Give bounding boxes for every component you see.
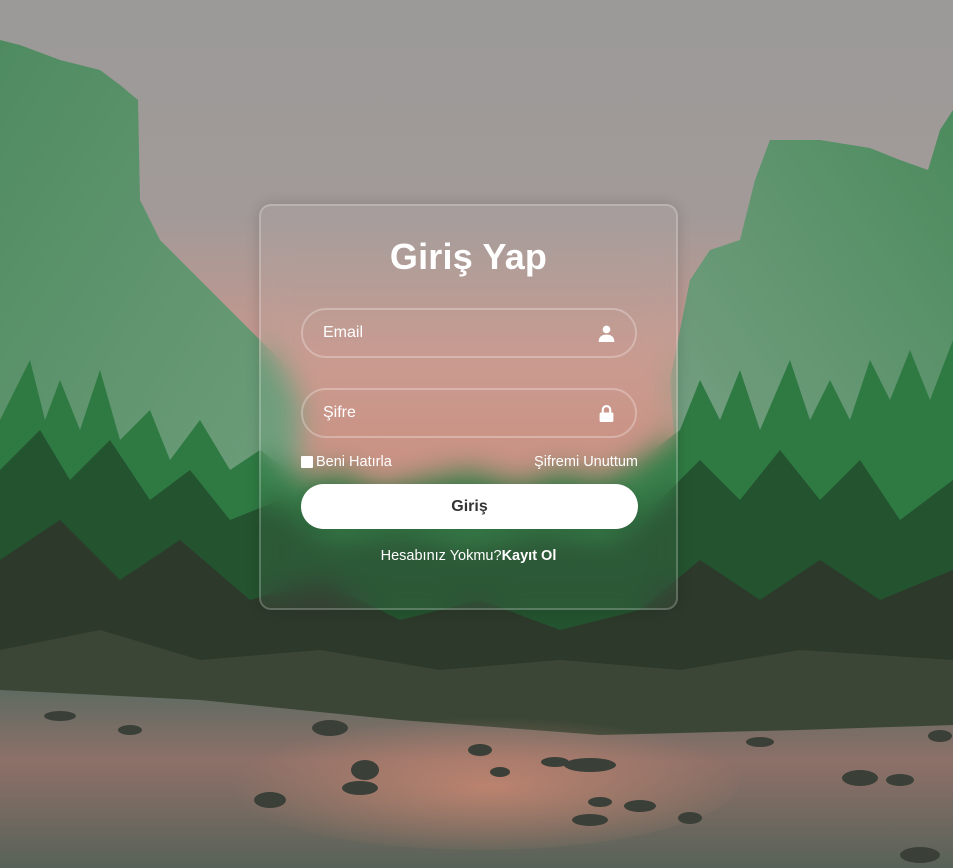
login-button[interactable]: Giriş (301, 484, 638, 529)
remember-label: Beni Hatırla (316, 454, 392, 470)
login-card: Giriş Yap Beni Hatırla Şifremi Unuttum G… (259, 204, 678, 610)
email-field[interactable] (301, 308, 637, 358)
lock-icon (597, 404, 615, 422)
login-options: Beni Hatırla Şifremi Unuttum (301, 452, 638, 472)
register-prompt: Hesabınız Yokmu?Kayıt Ol (261, 548, 676, 564)
email-input[interactable] (303, 310, 635, 356)
user-icon (597, 324, 615, 342)
password-field[interactable] (301, 388, 637, 438)
forgot-password-link[interactable]: Şifremi Unuttum (534, 454, 638, 470)
login-title: Giriş Yap (389, 236, 548, 277)
register-link[interactable]: Kayıt Ol (502, 548, 557, 564)
remember-me[interactable]: Beni Hatırla (301, 454, 392, 470)
remember-checkbox[interactable] (301, 456, 313, 468)
no-account-text: Hesabınız Yokmu? (380, 548, 502, 564)
password-input[interactable] (303, 390, 635, 436)
